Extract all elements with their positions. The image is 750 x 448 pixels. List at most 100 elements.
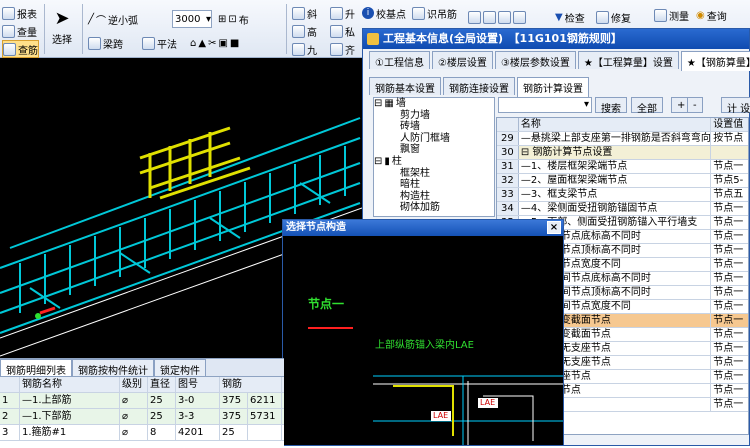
tab-rebar-connection[interactable]: 钢筋连接设置 <box>443 77 515 95</box>
tab-rebar-quantity[interactable]: ★【钢筋算量】设置 <box>680 51 750 71</box>
raise-icon <box>330 6 343 20</box>
node-label: 节点一 <box>308 297 345 311</box>
tree-node-wall[interactable]: ⊟ ▦ 墙 <box>374 98 494 110</box>
node-select-popup: 选择节点构造 × 节点一 上部纵筋锚入梁内LAE LAE LAE <box>282 219 564 446</box>
tab-rebar-basic[interactable]: 钢筋基本设置 <box>369 77 441 95</box>
box-icon <box>483 10 496 24</box>
tab-rebar-calc[interactable]: 钢筋计算设置 <box>517 77 589 97</box>
dialog-title-bar: 工程基本信息(全局设置) 【11G101钢筋规则】 <box>363 29 749 49</box>
table-icon <box>2 24 15 38</box>
stop-icon: ■ <box>229 37 240 49</box>
lookup-button[interactable]: ◉ 查询 <box>696 6 727 24</box>
check-arrow-icon: ▼ <box>555 11 563 23</box>
chevron-down-icon: ▾ <box>583 99 589 110</box>
rebar-detail-panel: 钢筋明细列表 钢筋按构件统计 锁定构件 钢筋名称 级别 直径 图号 钢筋 1 —1… <box>0 358 284 446</box>
table-row[interactable]: 34 —4、梁侧面受扭钢筋锚固节点 节点一 <box>497 202 748 216</box>
tab-floor-settings[interactable]: ②楼层设置 <box>431 51 493 69</box>
tree-node-frame-column[interactable]: 框架柱 <box>374 168 494 180</box>
line-tool[interactable]: ╱ ⌒ 逆小弧 <box>88 10 138 28</box>
tree-node-civil-defense-wall[interactable]: 人防门框墙 <box>374 133 494 145</box>
beam-span-button[interactable]: 梁跨 <box>88 34 123 52</box>
tab-rebar-by-component[interactable]: 钢筋按构件统计 <box>72 359 154 377</box>
app-icon <box>367 33 379 45</box>
search-button[interactable]: 搜索 <box>595 97 627 115</box>
chevron-down-icon: ▾ <box>205 13 211 25</box>
cut-icon: ✂ <box>208 37 217 49</box>
lae-label: LAE <box>480 398 496 407</box>
rebar-icon <box>3 42 16 56</box>
dialog-title: 工程基本信息(全局设置) 【11G101钢筋规则】 <box>383 32 622 45</box>
component-tree: ⊟ ▦ 墙 剪力墙 砖墙 人防门框墙 飘窗 ⊟ ▮ 柱 框架柱 暗柱 构造柱 砌体加筋 <box>373 97 495 217</box>
hanger-icon <box>412 6 425 20</box>
table-row[interactable]: 29 —悬挑梁上部支座第一排钢筋是否斜弯弯向下 按节点 <box>497 132 748 146</box>
house-icon: ⌂ <box>190 37 197 49</box>
align-icon <box>330 42 343 56</box>
raise-button[interactable]: 升 <box>330 4 355 22</box>
close-button[interactable]: × <box>547 221 561 234</box>
ruler-icon <box>142 36 155 50</box>
height-icon <box>292 24 305 38</box>
tree-node-brick-wall[interactable]: 砖墙 <box>374 121 494 133</box>
tab-project-info[interactable]: ①工程信息 <box>369 51 430 69</box>
frame-icon: ▣ <box>218 37 228 49</box>
tab-project-quantity[interactable]: ★【工程算量】设置 <box>577 51 679 69</box>
flat-method-button[interactable]: 平法 <box>142 34 177 52</box>
private-icon <box>330 24 343 38</box>
misc-tools[interactable]: ⌂ ▲ ✂ ▣ ■ <box>190 34 239 52</box>
table-row[interactable]: 1 —1.上部筋 ⌀ 25 3-0 375 6211 <box>0 393 284 409</box>
view-tools[interactable] <box>468 8 526 26</box>
query-amount-button[interactable]: 查量 <box>2 22 37 40</box>
popup-title-bar: 选择节点构造 × <box>283 220 563 236</box>
table-row[interactable]: 33 —3、框支梁节点 节点五 <box>497 188 748 202</box>
tree-node-masonry-rebar[interactable]: 砌体加筋 <box>374 202 494 214</box>
report-button[interactable]: 报表 <box>2 4 37 22</box>
calc-settings-button[interactable]: 计 设 <box>721 97 750 115</box>
grid-icon: ⊞ <box>218 13 227 25</box>
select-button[interactable]: ➤ 选择 <box>52 8 72 52</box>
table-row[interactable]: 31 —1、楼层框架梁端节点 节点一 <box>497 160 748 174</box>
report-icon <box>2 6 15 20</box>
window-icon <box>468 10 481 24</box>
cursor-arrow-icon: ➤ <box>54 8 70 29</box>
move-icon: ⊡ <box>228 13 237 25</box>
tab-lock-component[interactable]: 锁定构件 <box>154 359 206 377</box>
tree-node-column[interactable]: ⊟ ▮ 柱 <box>374 156 494 168</box>
table-row[interactable]: 30 ⊟ 钢筋计算节点设置 <box>497 146 748 160</box>
calibrate-button[interactable]: i 校基点 <box>362 4 406 22</box>
col-name-header: 名称 <box>519 118 712 131</box>
height-button[interactable]: 高 <box>292 22 317 40</box>
bottom-rows: 1 —1.上部筋 ⌀ 25 3-0 375 6211 2 —1.下部筋 ⌀ 25 3-3 375 5731… <box>0 393 284 441</box>
beam-icon <box>88 36 101 50</box>
tree-node-bay-window[interactable]: 飘窗 <box>374 144 494 156</box>
line-icon: ╱ <box>88 13 95 25</box>
check-button[interactable]: ▼ 检查 <box>555 8 585 26</box>
slope-button[interactable]: 斜 <box>292 4 317 22</box>
sub-tabs: 钢筋基本设置 钢筋连接设置 钢筋计算设置 <box>369 77 589 97</box>
table-row[interactable]: 3 1.箍筋#1 ⌀ 8 4201 25 <box>0 425 284 441</box>
bottom-tabs: 钢筋明细列表 钢筋按构件统计 锁定构件 <box>0 359 284 377</box>
repair-icon <box>596 10 609 24</box>
private-button[interactable]: 私 <box>330 22 355 40</box>
filter-select[interactable]: ▾ <box>498 97 592 113</box>
tree-node-shear-wall[interactable]: 剪力墙 <box>374 110 494 122</box>
align-button[interactable]: 齐 <box>330 40 355 58</box>
nine-button[interactable]: 九 <box>292 40 317 58</box>
main-tabs: ①工程信息 ②楼层设置 ③楼层参数设置 ★【工程算量】设置 ★【钢筋算量】设置 <box>369 51 750 71</box>
arc-value-input[interactable]: 3000 ▾ <box>172 10 212 28</box>
layout-button[interactable]: ⊞ ⊡ 布 <box>218 10 249 28</box>
tab-rebar-detail-list[interactable]: 钢筋明细列表 <box>0 359 72 377</box>
repair-button[interactable]: 修复 <box>596 8 631 26</box>
measure-icon <box>654 8 667 22</box>
identify-button[interactable]: 识吊筋 <box>412 4 457 22</box>
tree-node-structural-column[interactable]: 构造柱 <box>374 191 494 203</box>
nine-icon <box>292 42 305 56</box>
tree-node-hidden-column[interactable]: 暗柱 <box>374 179 494 191</box>
collapse-button[interactable]: - <box>687 97 703 113</box>
tab-floor-params[interactable]: ③楼层参数设置 <box>494 51 576 69</box>
check-rebar-button[interactable]: 查筋 <box>2 40 39 58</box>
measure-button[interactable]: 测量 <box>654 6 689 24</box>
all-button[interactable]: 全部 <box>631 97 663 115</box>
table-row[interactable]: 2 —1.下部筋 ⌀ 25 3-3 375 5731 <box>0 409 284 425</box>
table-row[interactable]: 32 —2、屋面框架梁端节点 节点5- <box>497 174 748 188</box>
divider <box>44 4 45 54</box>
